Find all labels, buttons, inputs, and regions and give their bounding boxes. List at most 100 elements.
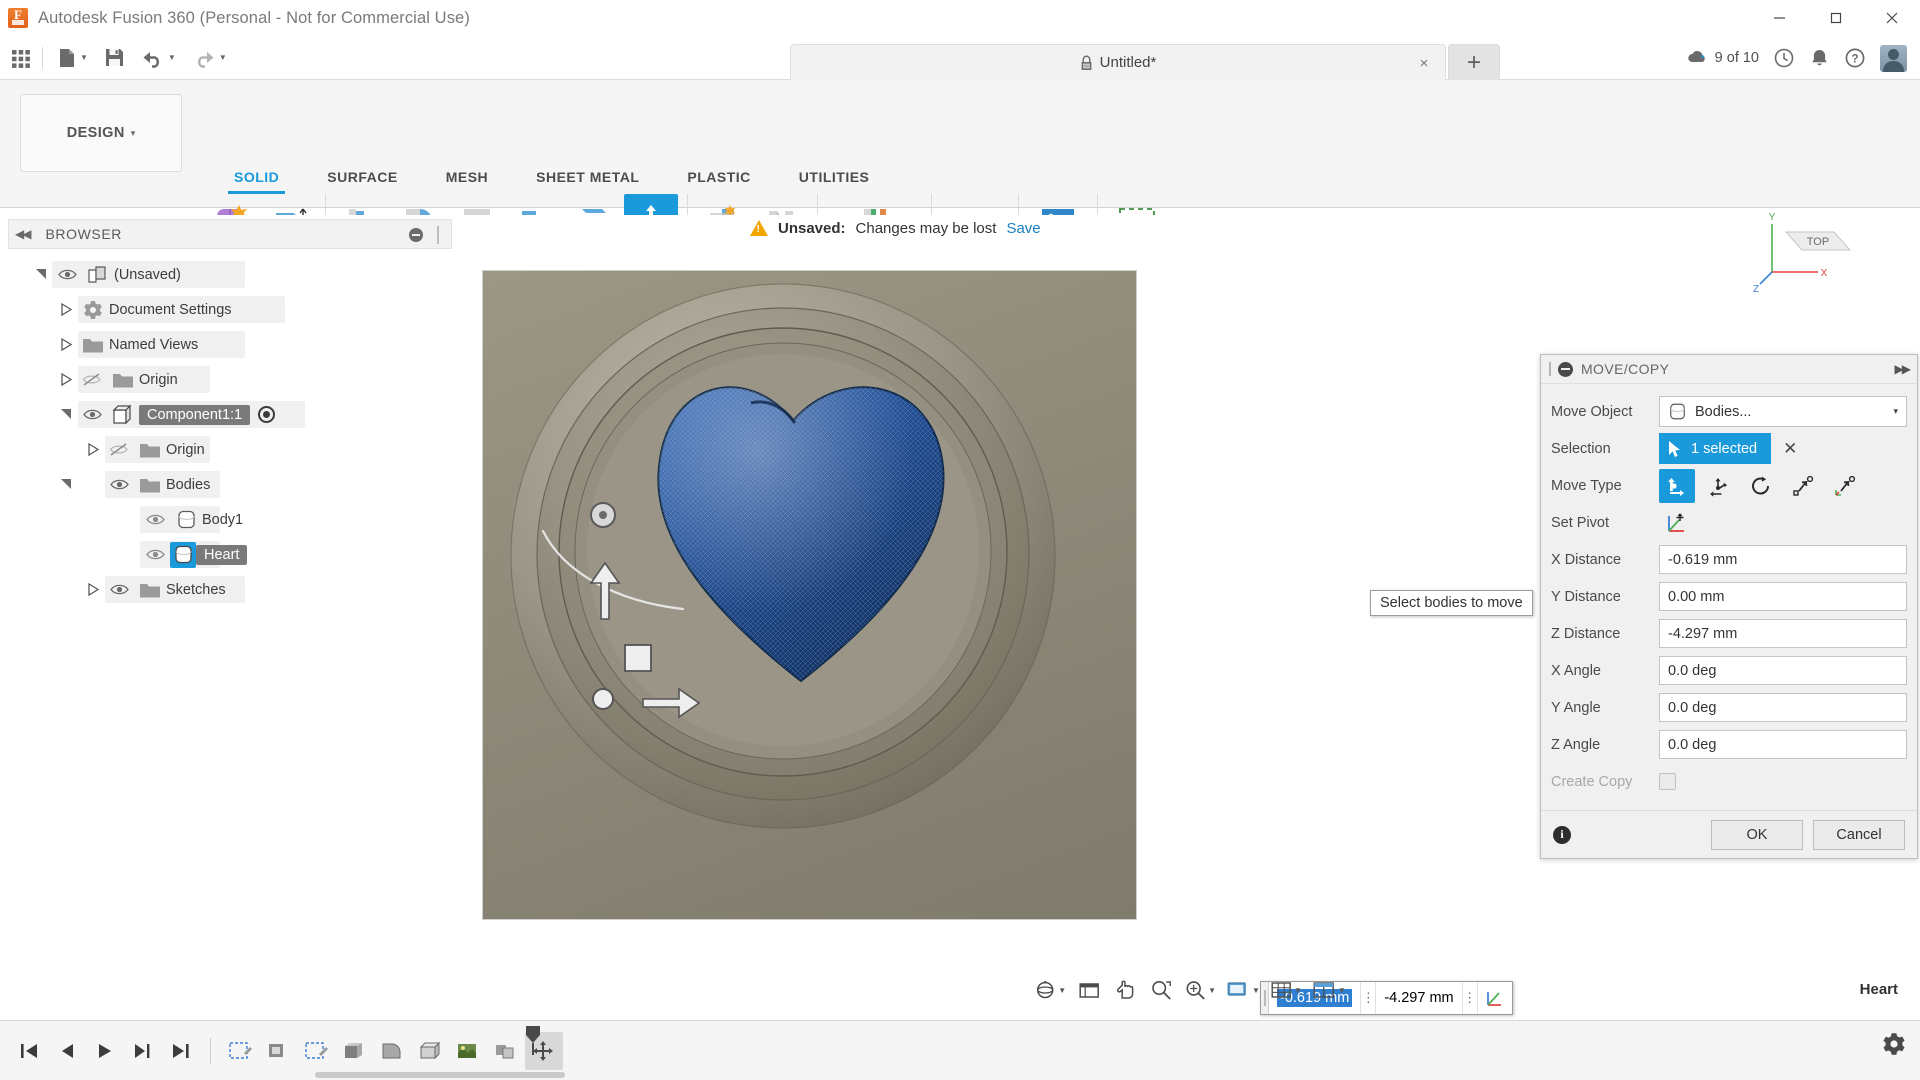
manipulator-z-input[interactable]: -4.297 mm (1376, 982, 1461, 1014)
expander-open-icon[interactable] (55, 408, 77, 421)
x-angle-input[interactable]: 0.0 deg (1659, 656, 1907, 685)
expander-closed-icon[interactable] (55, 373, 77, 386)
panel-minimize-icon[interactable] (409, 228, 423, 242)
visibility-hidden-icon[interactable] (77, 372, 107, 387)
notifications-button[interactable] (1802, 41, 1837, 75)
set-pivot-button[interactable] (1659, 506, 1695, 540)
visibility-eye-icon[interactable] (140, 548, 170, 561)
dialog-collapse-icon[interactable] (1558, 362, 1573, 377)
tree-row-origin-root[interactable]: Origin (0, 362, 460, 397)
document-tab[interactable]: Untitled* × (790, 44, 1446, 80)
visibility-eye-icon[interactable] (104, 478, 134, 491)
create-copy-checkbox[interactable] (1659, 773, 1676, 790)
ribbon-tab-sheet-metal[interactable]: SHEET METAL (512, 164, 663, 190)
ribbon-tab-solid[interactable]: SOLID (210, 164, 303, 190)
tree-row-unsaved[interactable]: (Unsaved) (0, 257, 460, 292)
recent-activity-button[interactable] (1766, 41, 1802, 75)
manipulator-z-options-icon[interactable]: ⋮ (1462, 982, 1478, 1014)
redo-button[interactable]: ▼ (186, 41, 233, 75)
file-menu-button[interactable]: ▼ (51, 41, 94, 75)
move-object-select[interactable]: Bodies... ▾ (1659, 396, 1907, 427)
timeline-scrollbar[interactable] (315, 1072, 565, 1078)
tree-row-body1[interactable]: Body1 (0, 502, 460, 537)
help-button[interactable]: ? (1837, 41, 1873, 75)
ribbon-tab-plastic[interactable]: PLASTIC (663, 164, 774, 190)
move-copy-dialog[interactable]: MOVE/COPY ▶▶ Move Object Bodies... ▾ Sel… (1540, 354, 1918, 859)
timeline-feature-fillet[interactable] (373, 1032, 411, 1070)
orbit-button[interactable]: ▼ (1030, 974, 1070, 1006)
go-to-end-button[interactable] (162, 1032, 200, 1070)
dialog-header[interactable]: MOVE/COPY ▶▶ (1541, 355, 1917, 384)
minimize-button[interactable] (1752, 0, 1808, 36)
selection-button[interactable]: 1 selected (1659, 433, 1771, 464)
look-at-button[interactable] (1072, 974, 1106, 1006)
timeline-marker[interactable] (525, 1025, 541, 1053)
step-forward-button[interactable] (124, 1032, 162, 1070)
tree-row-heart[interactable]: Heart (0, 537, 460, 572)
ribbon-tab-utilities[interactable]: UTILITIES (775, 164, 894, 190)
expander-open-icon[interactable] (55, 478, 77, 491)
panel-resize-grip[interactable] (437, 226, 439, 244)
point-to-position-icon[interactable] (1827, 469, 1863, 503)
free-move-icon[interactable] (1659, 469, 1695, 503)
ribbon-tab-surface[interactable]: SURFACE (303, 164, 421, 190)
translate-xyz-icon[interactable] (1701, 469, 1737, 503)
3d-viewport[interactable] (482, 270, 1137, 920)
info-icon[interactable]: i (1553, 826, 1571, 844)
tree-row-bodies[interactable]: Bodies (0, 467, 460, 502)
collapse-panel-icon[interactable]: ◀◀ (15, 227, 29, 241)
close-button[interactable] (1864, 0, 1920, 36)
ribbon-tab-mesh[interactable]: MESH (422, 164, 512, 190)
visibility-eye-icon[interactable] (77, 408, 107, 421)
expander-closed-icon[interactable] (55, 338, 77, 351)
visibility-hidden-icon[interactable] (104, 442, 134, 457)
z-distance-input[interactable]: -4.297 mm (1659, 619, 1907, 648)
new-tab-button[interactable]: + (1448, 44, 1500, 80)
expander-open-icon[interactable] (30, 268, 52, 281)
timeline-feature-sketch[interactable] (221, 1032, 259, 1070)
manipulator-axis-icon[interactable] (1478, 982, 1512, 1014)
grid-snap-button[interactable]: ▼ (1266, 974, 1306, 1006)
manipulator-x-options-icon[interactable]: ⋮ (1360, 982, 1376, 1014)
play-button[interactable] (86, 1032, 124, 1070)
ok-button[interactable]: OK (1711, 820, 1803, 850)
rotate-icon[interactable] (1743, 469, 1779, 503)
display-settings-button[interactable]: ▼ (1222, 974, 1264, 1006)
undo-button[interactable]: ▼ (135, 41, 182, 75)
go-to-beginning-button[interactable] (10, 1032, 48, 1070)
x-distance-input[interactable]: -0.619 mm (1659, 545, 1907, 574)
cancel-button[interactable]: Cancel (1813, 820, 1905, 850)
pan-button[interactable] (1108, 974, 1142, 1006)
visibility-eye-icon[interactable] (104, 583, 134, 596)
show-data-panel-button[interactable] (4, 41, 38, 75)
expander-closed-icon[interactable] (82, 583, 104, 596)
tree-row-named-views[interactable]: Named Views (0, 327, 460, 362)
workspace-switcher[interactable]: DESIGN ▾ (20, 94, 182, 172)
timeline-feature-mesh[interactable] (449, 1032, 487, 1070)
close-tab-button[interactable]: × (1415, 54, 1433, 72)
timeline-settings-button[interactable] (1882, 1032, 1906, 1061)
visibility-eye-icon[interactable] (52, 268, 82, 281)
view-cube[interactable]: TOP Y X Z (1750, 210, 1870, 305)
user-profile-button[interactable] (1873, 41, 1914, 75)
save-link[interactable]: Save (1006, 220, 1040, 237)
timeline-feature-shell[interactable] (411, 1032, 449, 1070)
timeline-feature-extrude[interactable] (259, 1032, 297, 1070)
dialog-drag-grip[interactable] (1549, 362, 1551, 376)
jobs-status-button[interactable]: 9 of 10 (1680, 41, 1766, 75)
tree-row-origin-component[interactable]: Origin (0, 432, 460, 467)
timeline-feature-extrude2[interactable] (335, 1032, 373, 1070)
save-button[interactable] (98, 41, 131, 75)
point-to-point-icon[interactable] (1785, 469, 1821, 503)
tree-row-document-settings[interactable]: Document Settings (0, 292, 460, 327)
tree-row-component1[interactable]: Component1:1 (0, 397, 460, 432)
timeline-feature-sketch2[interactable] (297, 1032, 335, 1070)
z-angle-input[interactable]: 0.0 deg (1659, 730, 1907, 759)
y-distance-input[interactable]: 0.00 mm (1659, 582, 1907, 611)
viewports-button[interactable]: ▼ (1308, 974, 1350, 1006)
visibility-eye-icon[interactable] (140, 513, 170, 526)
zoom-button[interactable] (1144, 974, 1178, 1006)
timeline-feature-combine[interactable] (487, 1032, 525, 1070)
fit-button[interactable]: ▼ (1180, 974, 1220, 1006)
activate-component-radio[interactable] (258, 406, 275, 423)
